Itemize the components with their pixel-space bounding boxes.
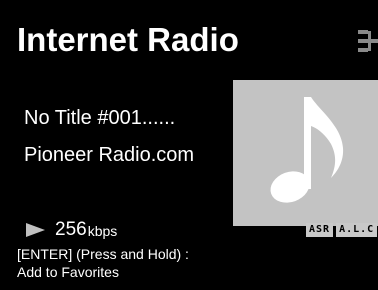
hint-line-1: [ENTER] (Press and Hold) : [17, 246, 189, 262]
status-badges: ASR A.L.C [306, 223, 378, 237]
hint-line-2: Add to Favorites [17, 264, 119, 280]
alc-badge: A.L.C [336, 223, 378, 237]
play-icon [26, 223, 45, 237]
asr-badge: ASR [306, 223, 334, 237]
bitrate-unit: kbps [87, 223, 118, 239]
music-note-icon [270, 97, 344, 203]
radio-screen: Internet Radio No Title #001...... Pione… [0, 0, 378, 290]
album-artwork [233, 80, 378, 226]
page-title: Internet Radio [17, 21, 239, 58]
bitrate-indicator: 256 kbps [26, 220, 117, 240]
bitrate-value: 256 [55, 219, 87, 240]
network-icon [356, 28, 378, 54]
track-title: No Title #001...... [24, 107, 176, 129]
station-name: Pioneer Radio.com [24, 144, 195, 166]
